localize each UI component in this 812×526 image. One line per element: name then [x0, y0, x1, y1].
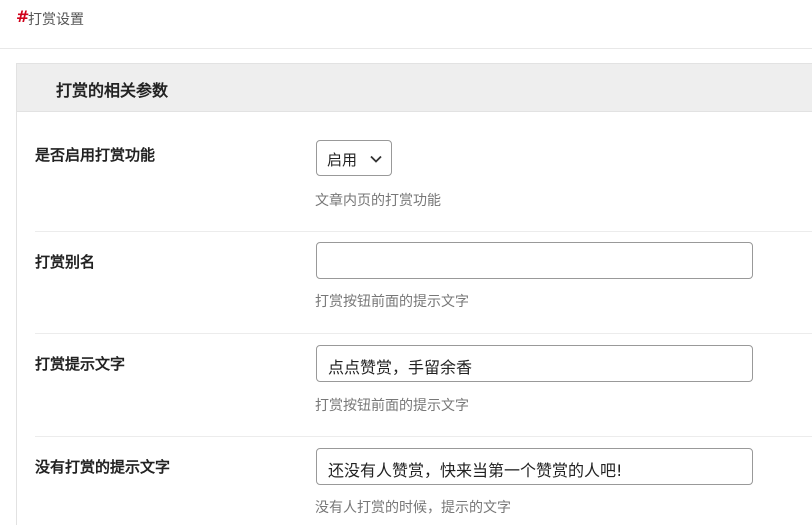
panel-title: 打赏的相关参数	[56, 81, 169, 100]
field-label-tip-text: 打赏提示文字	[35, 355, 126, 373]
field-label-no-reward-text: 没有打赏的提示文字	[35, 458, 171, 476]
alias-input[interactable]	[316, 242, 753, 279]
settings-panel: 打赏的相关参数 是否启用打赏功能 启用 文章内页的打赏功能 打赏别名 打赏按钮前…	[16, 63, 812, 525]
chevron-down-icon	[369, 151, 383, 170]
no-reward-text-input[interactable]: 还没有人赞赏，快来当第一个赞赏的人吧!	[316, 448, 753, 485]
enable-select-value: 启用	[327, 151, 358, 169]
panel-header: 打赏的相关参数	[17, 64, 812, 112]
tip-text-input[interactable]: 点点赞赏，手留余香	[316, 345, 753, 382]
field-hint-enable: 文章内页的打赏功能	[315, 193, 441, 209]
tip-text-input-value: 点点赞赏，手留余香	[328, 358, 473, 377]
field-row-alias: 打赏别名 打赏按钮前面的提示文字	[35, 231, 812, 334]
enable-select[interactable]: 启用	[316, 140, 392, 176]
field-hint-tip-text: 打赏按钮前面的提示文字	[315, 398, 469, 414]
field-hint-no-reward-text: 没有人打赏的时候，提示的文字	[315, 500, 511, 516]
field-row-no-reward-text: 没有打赏的提示文字 还没有人赞赏，快来当第一个赞赏的人吧! 没有人打赏的时候，提…	[35, 436, 812, 526]
field-label-alias: 打赏别名	[35, 253, 96, 271]
field-hint-alias: 打赏按钮前面的提示文字	[315, 294, 469, 310]
field-row-tip-text: 打赏提示文字 点点赞赏，手留余香 打赏按钮前面的提示文字	[35, 333, 812, 437]
page-title: 打赏设置	[28, 12, 84, 28]
field-row-enable: 是否启用打赏功能 启用 文章内页的打赏功能	[35, 111, 812, 232]
page-header: # 打赏设置	[0, 0, 812, 49]
no-reward-text-input-value: 还没有人赞赏，快来当第一个赞赏的人吧!	[328, 461, 623, 480]
field-label-enable: 是否启用打赏功能	[35, 146, 156, 164]
